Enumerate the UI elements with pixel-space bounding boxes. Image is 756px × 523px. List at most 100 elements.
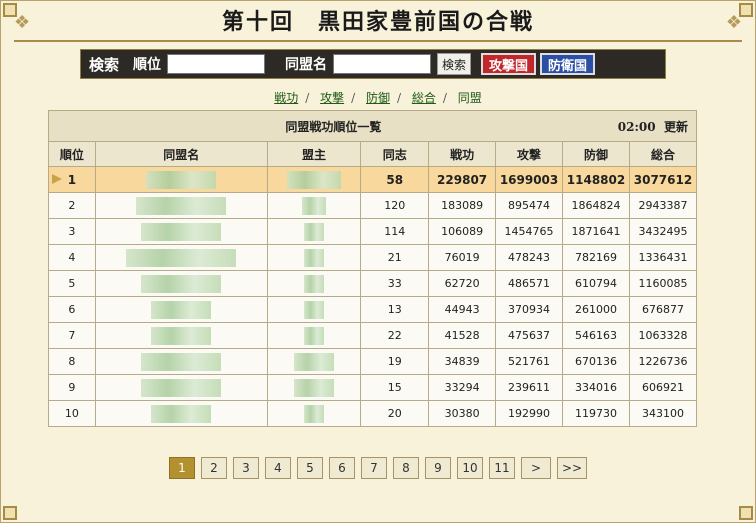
- leader-cell[interactable]: [266, 348, 362, 375]
- attack-cell: 478243: [495, 244, 564, 271]
- table-row[interactable]: 1 58 229807 1699003 1148802 3077612: [48, 166, 698, 193]
- attack-cell: 239611: [495, 374, 564, 401]
- search-button[interactable]: 検索: [437, 53, 472, 75]
- attack-cell: 1454765: [495, 218, 564, 245]
- tab-merit[interactable]: 戦功: [274, 91, 298, 105]
- total-cell: 3432495: [628, 218, 698, 245]
- table-row[interactable]: 9 15 33294 239611 334016 606921: [48, 374, 698, 401]
- corner-ornament: [3, 506, 17, 520]
- leader-cell[interactable]: [266, 218, 362, 245]
- page-8-button[interactable]: 8: [393, 457, 419, 479]
- defense-country-button[interactable]: 防衛国: [540, 53, 596, 75]
- column-header: 同盟名: [94, 141, 268, 167]
- page-7-button[interactable]: 7: [361, 457, 387, 479]
- title-bar: ❖ 第十回 黒田家豊前国の合戦 ❖: [14, 6, 742, 40]
- page-5-button[interactable]: 5: [297, 457, 323, 479]
- leader-cell[interactable]: [266, 296, 362, 323]
- redacted-alliance-name: [151, 300, 212, 319]
- table-row[interactable]: 8 19 34839 521761 670136 1226736: [48, 348, 698, 375]
- redacted-leader-name: [303, 404, 324, 423]
- leader-cell[interactable]: [266, 400, 362, 427]
- merit-cell: 183089: [428, 192, 497, 219]
- column-header: 攻撃: [495, 141, 564, 167]
- table-row[interactable]: 3 114 106089 1454765 1871641 3432495: [48, 218, 698, 245]
- table-caption: 同盟戦功順位一覧 02:00 更新: [48, 110, 697, 142]
- alliance-name-cell[interactable]: [94, 374, 268, 401]
- attack-cell: 521761: [495, 348, 564, 375]
- defense-cell: 1871641: [562, 218, 630, 245]
- page-title: 第十回 黒田家豊前国の合戦: [221, 9, 534, 35]
- merit-cell: 229807: [428, 166, 497, 193]
- alliance-name-cell[interactable]: [94, 296, 268, 323]
- update-label: 更新: [663, 119, 688, 134]
- table-row[interactable]: 4 21 76019 478243 782169 1336431: [48, 244, 698, 271]
- leader-cell[interactable]: [266, 322, 362, 349]
- leader-cell[interactable]: [266, 270, 362, 297]
- page-6-button[interactable]: 6: [329, 457, 355, 479]
- redacted-leader-name: [303, 274, 324, 293]
- table-row[interactable]: 7 22 41528 475637 546163 1063328: [48, 322, 698, 349]
- merit-cell: 44943: [428, 296, 497, 323]
- merit-cell: 33294: [428, 374, 497, 401]
- rank-input[interactable]: [167, 54, 266, 74]
- merit-cell: 106089: [428, 218, 497, 245]
- alliance-name-input[interactable]: [333, 54, 432, 74]
- attack-cell: 1699003: [495, 166, 564, 193]
- search-bar: 検索 順位 同盟名 検索 攻撃国 防衛国: [80, 49, 666, 79]
- table-header-row: 順位 同盟名 盟主 同志 戦功 攻撃 防御 総合: [48, 141, 698, 167]
- page-11-button[interactable]: 11: [489, 457, 515, 479]
- merit-cell: 34839: [428, 348, 497, 375]
- alliance-name-cell[interactable]: [94, 322, 268, 349]
- members-cell: 22: [360, 322, 430, 349]
- table-row[interactable]: 10 20 30380 192990 119730 343100: [48, 400, 698, 427]
- table-row[interactable]: 6 13 44943 370934 261000 676877: [48, 296, 698, 323]
- tab-attack[interactable]: 攻撃: [320, 91, 344, 105]
- page-2-button[interactable]: 2: [201, 457, 227, 479]
- rank-cell: 10: [48, 400, 96, 427]
- table-row[interactable]: 5 33 62720 486571 610794 1160085: [48, 270, 698, 297]
- alliance-name-cell[interactable]: [94, 400, 268, 427]
- members-cell: 33: [360, 270, 430, 297]
- last-page-button[interactable]: >>: [557, 457, 587, 479]
- rank-cell: 6: [48, 296, 96, 323]
- rank-value: 8: [68, 355, 76, 368]
- leader-cell[interactable]: [266, 192, 362, 219]
- total-cell: 343100: [628, 400, 698, 427]
- rank-value: 9: [68, 381, 76, 394]
- alliance-name-cell[interactable]: [94, 166, 268, 193]
- page-9-button[interactable]: 9: [425, 457, 451, 479]
- table-row[interactable]: 2 120 183089 895474 1864824 2943387: [48, 192, 698, 219]
- defense-cell: 119730: [562, 400, 630, 427]
- alliance-name-cell[interactable]: [94, 218, 268, 245]
- leader-cell[interactable]: [266, 374, 362, 401]
- defense-cell: 1148802: [562, 166, 630, 193]
- defense-cell: 610794: [562, 270, 630, 297]
- tab-separator: /: [305, 91, 310, 105]
- page-4-button[interactable]: 4: [265, 457, 291, 479]
- page-10-button[interactable]: 10: [457, 457, 483, 479]
- next-page-button[interactable]: >: [521, 457, 551, 479]
- ranking-tabs: 戦功 / 攻撃 / 防御 / 総合 / 同盟: [0, 89, 756, 106]
- merit-cell: 41528: [428, 322, 497, 349]
- tab-alliance: 同盟: [457, 91, 482, 105]
- rank-value: 6: [68, 303, 76, 316]
- defense-cell: 1864824: [562, 192, 630, 219]
- leader-cell[interactable]: [266, 244, 362, 271]
- highlight-arrow-icon: [52, 174, 62, 184]
- defense-cell: 670136: [562, 348, 630, 375]
- attack-country-button[interactable]: 攻撃国: [481, 53, 537, 75]
- page-3-button[interactable]: 3: [233, 457, 259, 479]
- redacted-alliance-name: [141, 222, 222, 241]
- alliance-name-cell[interactable]: [94, 244, 268, 271]
- column-header: 総合: [628, 141, 698, 167]
- alliance-name-cell[interactable]: [94, 192, 268, 219]
- rank-cell: 7: [48, 322, 96, 349]
- column-header: 防御: [562, 141, 630, 167]
- page-1-button[interactable]: 1: [169, 457, 195, 479]
- alliance-name-cell[interactable]: [94, 348, 268, 375]
- leader-cell[interactable]: [266, 166, 362, 193]
- tab-defense[interactable]: 防御: [366, 91, 390, 105]
- tab-total[interactable]: 総合: [412, 91, 436, 105]
- alliance-name-cell[interactable]: [94, 270, 268, 297]
- rank-value: 2: [68, 199, 76, 212]
